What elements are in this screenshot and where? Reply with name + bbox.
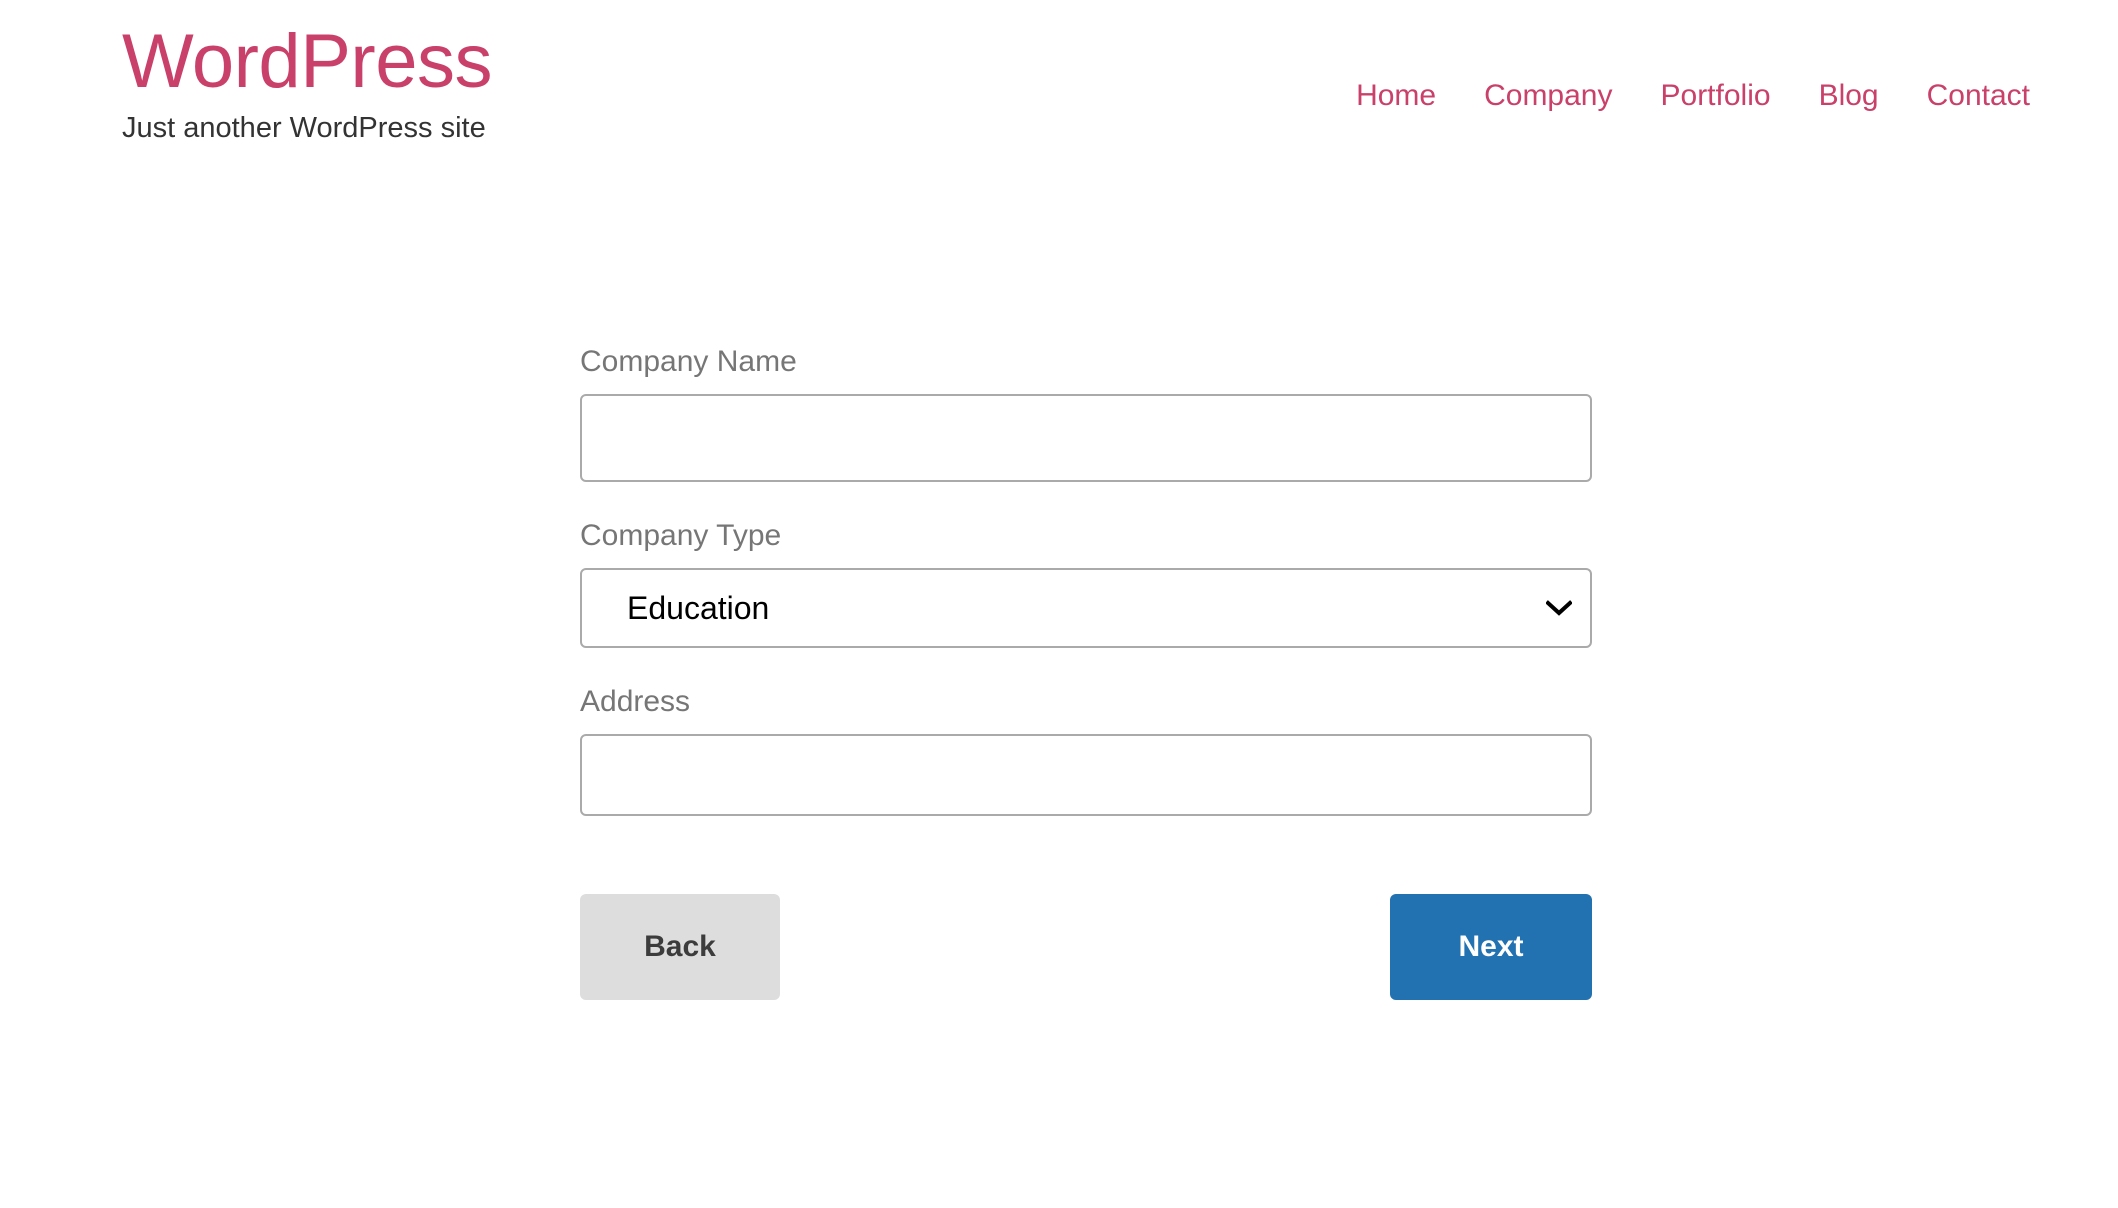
site-branding: WordPress Just another WordPress site	[122, 22, 492, 146]
company-name-input[interactable]	[580, 394, 1592, 482]
company-details-form: Company Name Company Type Education Addr…	[580, 344, 1592, 1000]
form-actions: Back Next	[580, 894, 1592, 1000]
site-header: WordPress Just another WordPress site Ho…	[0, 0, 2118, 190]
nav-item-contact[interactable]: Contact	[1903, 79, 2030, 112]
field-company-type: Company Type Education	[580, 518, 1592, 648]
nav-item-portfolio[interactable]: Portfolio	[1637, 79, 1795, 112]
field-company-name: Company Name	[580, 344, 1592, 482]
next-button[interactable]: Next	[1390, 894, 1592, 1000]
field-address: Address	[580, 684, 1592, 816]
company-type-select-shell: Education	[580, 568, 1592, 648]
address-input[interactable]	[580, 734, 1592, 816]
nav-item-blog[interactable]: Blog	[1795, 79, 1903, 112]
company-type-select[interactable]: Education	[580, 568, 1592, 648]
nav-item-home[interactable]: Home	[1332, 79, 1460, 112]
nav-item-company[interactable]: Company	[1460, 79, 1636, 112]
site-title[interactable]: WordPress	[122, 22, 492, 101]
address-label: Address	[580, 685, 691, 718]
form-spacer	[580, 482, 1592, 518]
company-type-label: Company Type	[580, 519, 782, 552]
primary-navigation: Home Company Portfolio Blog Contact	[1332, 79, 2030, 112]
form-spacer	[580, 648, 1592, 684]
site-tagline: Just another WordPress site	[122, 112, 486, 145]
back-button[interactable]: Back	[580, 894, 780, 1000]
company-name-label: Company Name	[580, 345, 797, 378]
